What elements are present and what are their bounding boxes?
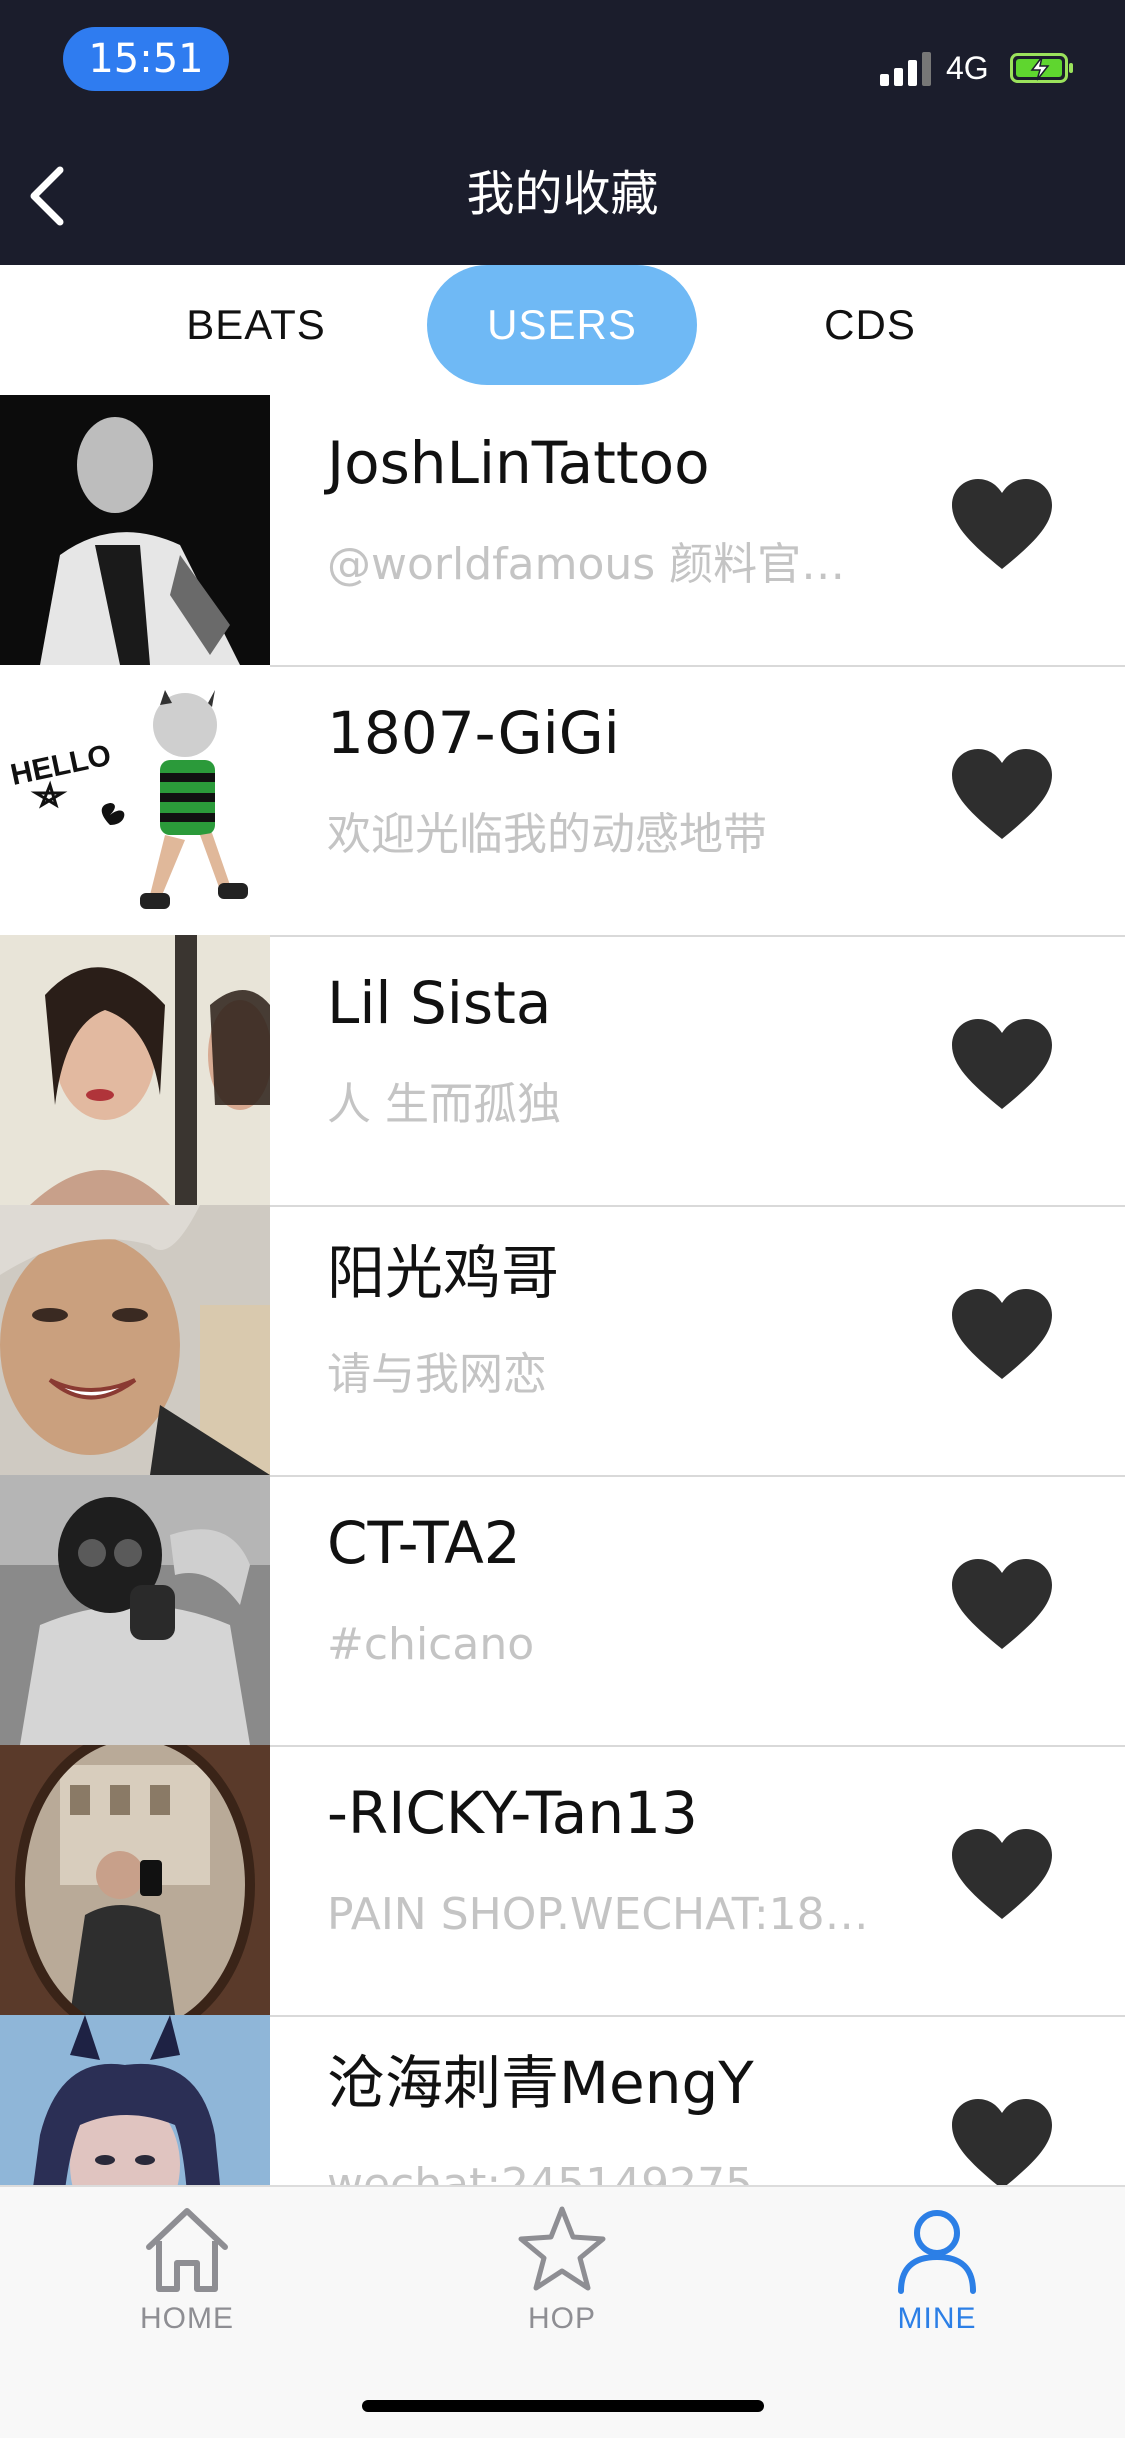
- battery-charging-icon: [1010, 53, 1073, 83]
- user-name: 阳光鸡哥: [327, 1239, 560, 1307]
- tabbar-label-hop: HOP: [527, 2302, 596, 2335]
- heart-icon[interactable]: [950, 747, 1054, 843]
- user-row[interactable]: 沧海刺青MengY wechat:245149275: [0, 2015, 1125, 2185]
- page-title: 我的收藏: [466, 166, 659, 222]
- nav-header: 15:51 4G 我的收藏: [0, 0, 1125, 265]
- tabbar-item-home[interactable]: HOME: [37, 2187, 337, 2367]
- user-avatar[interactable]: [0, 2015, 270, 2185]
- tab-beats[interactable]: BEATS: [156, 265, 356, 385]
- user-name: JoshLinTattoo: [327, 429, 710, 497]
- signal-icon: [880, 50, 934, 86]
- user-avatar[interactable]: [0, 1205, 270, 1475]
- user-bio: @worldfamous 颜料官…: [327, 539, 846, 590]
- user-bio: PAIN SHOP.WECHAT:18…: [327, 1889, 869, 1940]
- user-row[interactable]: JoshLinTattoo @worldfamous 颜料官…: [0, 395, 1125, 667]
- heart-icon[interactable]: [950, 1827, 1054, 1923]
- heart-icon[interactable]: [950, 1557, 1054, 1653]
- user-bio: #chicano: [327, 1619, 535, 1670]
- tab-users[interactable]: USERS: [427, 265, 697, 385]
- heart-icon[interactable]: [950, 477, 1054, 573]
- user-avatar[interactable]: HELLO: [0, 665, 270, 935]
- tab-cds[interactable]: CDS: [770, 265, 970, 385]
- tabbar-label-home: HOME: [140, 2302, 234, 2335]
- user-row[interactable]: -RICKY-Tan13 PAIN SHOP.WECHAT:18…: [0, 1745, 1125, 2017]
- user-row[interactable]: 阳光鸡哥 请与我网恋: [0, 1205, 1125, 1477]
- user-avatar[interactable]: [0, 1475, 270, 1745]
- star-icon: [518, 2206, 606, 2291]
- segment-tabs: BEATS USERS CDS: [0, 265, 1125, 395]
- user-name: -RICKY-Tan13: [327, 1779, 698, 1847]
- user-name: Lil Sista: [327, 969, 552, 1037]
- bottom-tab-bar: HOME HOP MINE: [0, 2185, 1125, 2438]
- user-row[interactable]: HELLO 1807-GiGi 欢迎光临我的动感地带: [0, 665, 1125, 937]
- user-bio: wechat:245149275: [327, 2159, 754, 2185]
- user-bio: 请与我网恋: [327, 1349, 547, 1400]
- tabbar-label-mine: MINE: [897, 2302, 977, 2335]
- heart-icon[interactable]: [950, 2097, 1054, 2185]
- person-icon: [898, 2210, 976, 2294]
- home-icon: [146, 2208, 228, 2292]
- user-avatar[interactable]: [0, 395, 270, 665]
- network-type: 4G: [946, 50, 989, 86]
- user-row[interactable]: CT-TA2 #chicano: [0, 1475, 1125, 1747]
- user-avatar[interactable]: [0, 1745, 270, 2015]
- heart-icon[interactable]: [950, 1287, 1054, 1383]
- tabbar-item-hop[interactable]: HOP: [412, 2187, 712, 2367]
- user-bio: 欢迎光临我的动感地带: [327, 809, 767, 860]
- heart-icon[interactable]: [950, 1017, 1054, 1113]
- user-name: 1807-GiGi: [327, 699, 620, 767]
- favorites-user-list: JoshLinTattoo @worldfamous 颜料官… HELLO 18…: [0, 395, 1125, 2185]
- user-avatar[interactable]: [0, 935, 270, 1205]
- user-row[interactable]: Lil Sista 人 生而孤独: [0, 935, 1125, 1207]
- user-name: CT-TA2: [327, 1509, 521, 1577]
- status-time: 15:51: [63, 27, 229, 91]
- user-bio: 人 生而孤独: [327, 1079, 561, 1130]
- tabbar-item-mine[interactable]: MINE: [787, 2187, 1087, 2367]
- user-name: 沧海刺青MengY: [327, 2049, 754, 2117]
- home-indicator: [362, 2400, 764, 2412]
